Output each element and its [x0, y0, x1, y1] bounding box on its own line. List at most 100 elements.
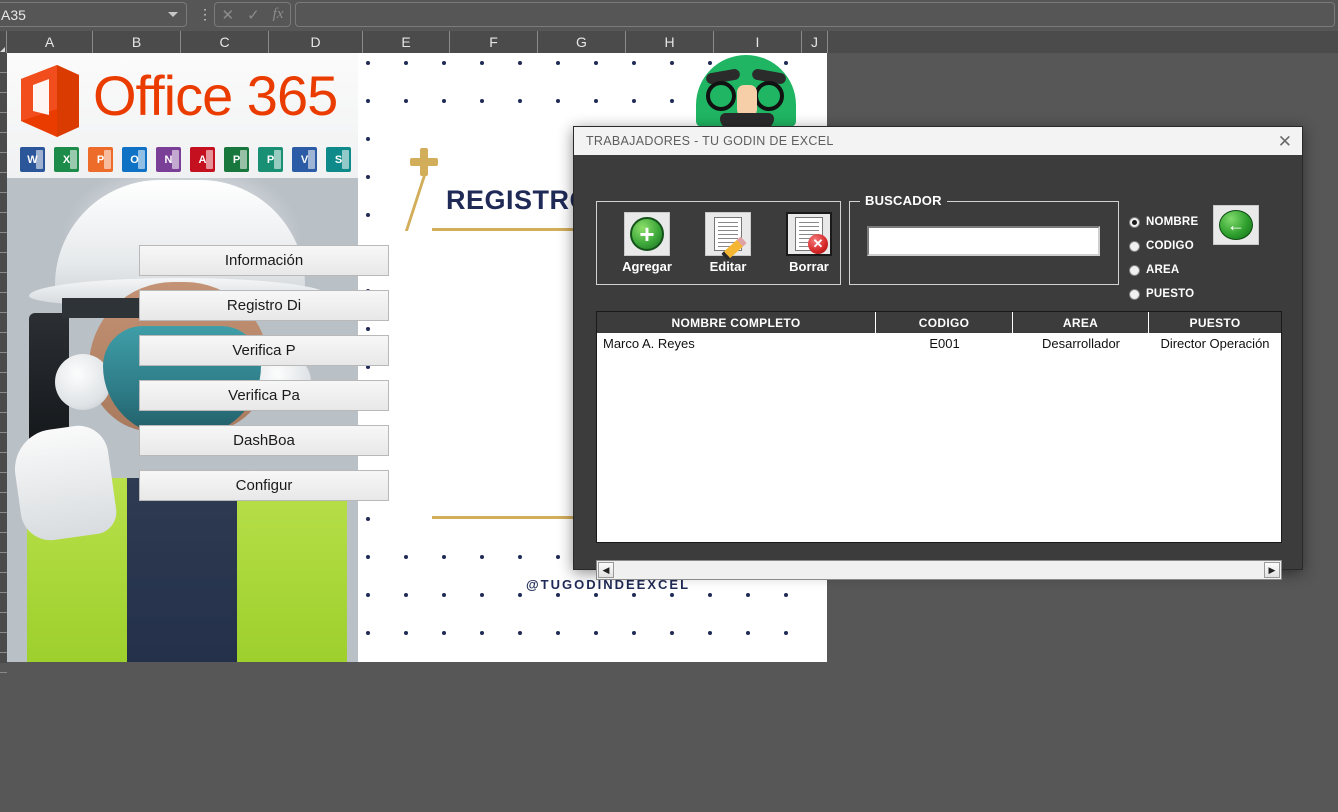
column-header-e[interactable]: E [363, 31, 450, 53]
row-header-cell[interactable] [0, 333, 7, 353]
column-header-i[interactable]: I [714, 31, 802, 53]
row-header-cell[interactable] [0, 493, 7, 513]
row-header-cell[interactable] [0, 513, 7, 533]
sheet-menu-button[interactable]: Información [139, 245, 389, 276]
column-header-a[interactable]: A [7, 31, 93, 53]
row-header-cell[interactable] [0, 473, 7, 493]
row-header-cell[interactable] [0, 413, 7, 433]
edit-document-icon [705, 212, 751, 261]
horizontal-scrollbar[interactable]: ◀ ▶ [596, 560, 1282, 580]
editar-button[interactable]: Editar [692, 212, 764, 280]
column-header-b[interactable]: B [93, 31, 181, 53]
insert-function-icon[interactable]: fx [273, 6, 284, 23]
row-header-cell[interactable] [0, 53, 7, 73]
sheet-menu-button[interactable]: Verifica Pa [139, 380, 389, 411]
scroll-left-arrow-icon[interactable]: ◀ [598, 562, 614, 578]
row-header-cell[interactable] [0, 293, 7, 313]
excel-icon: X [54, 147, 79, 172]
disguise-mascot-icon [696, 55, 796, 127]
outlook-icon: O [122, 147, 147, 172]
name-box[interactable]: A35 [0, 2, 187, 27]
dot [594, 593, 598, 597]
row-header-cell[interactable] [0, 553, 7, 573]
table-column-header[interactable]: PUESTO [1149, 312, 1281, 333]
dot [442, 631, 446, 635]
back-button[interactable]: ← [1213, 205, 1259, 245]
row-header-cell[interactable] [0, 193, 7, 213]
editar-label: Editar [709, 259, 747, 274]
row-header-cell[interactable] [0, 133, 7, 153]
agregar-label: Agregar [622, 259, 672, 274]
row-header-cell[interactable] [0, 653, 7, 673]
dot [556, 61, 560, 65]
column-header-j[interactable]: J [802, 31, 828, 53]
row-header-cell[interactable] [0, 273, 7, 293]
dot [366, 213, 370, 217]
radio-indicator-icon [1129, 240, 1140, 252]
column-header-f[interactable]: F [450, 31, 538, 53]
row-header-cell[interactable] [0, 173, 7, 193]
row-header-cell[interactable] [0, 353, 7, 373]
row-header-cell[interactable] [0, 153, 7, 173]
table-body: Marco A. Reyes E001 Desarrollador Director … [597, 333, 1281, 353]
trabajadores-userform[interactable]: TRABAJADORES - TU GODIN DE EXCEL ✕ + Agr… [573, 126, 1303, 580]
dot [404, 555, 408, 559]
column-header-h[interactable]: H [626, 31, 714, 53]
sheet-menu-button[interactable]: DashBoa [139, 425, 389, 456]
row-header-cell[interactable] [0, 73, 7, 93]
cancel-formula-icon[interactable]: ✕ [222, 6, 235, 24]
radio-indicator-icon [1129, 288, 1140, 300]
row-header-cell[interactable] [0, 573, 7, 593]
row-header-cell[interactable] [0, 453, 7, 473]
dot [632, 99, 636, 103]
chevron-down-icon[interactable] [168, 12, 178, 17]
row-header-cell[interactable] [0, 93, 7, 113]
row-header-cell[interactable] [0, 253, 7, 273]
trabajadores-table[interactable]: NOMBRE COMPLETO CODIGO AREA PUESTO Marco A.… [596, 311, 1282, 543]
sheet-menu-button[interactable]: Configur [139, 470, 389, 501]
select-all-corner[interactable] [0, 31, 7, 53]
search-input[interactable] [867, 226, 1100, 256]
radio-puesto[interactable]: PUESTO [1129, 282, 1239, 306]
dialog-title-bar[interactable]: TRABAJADORES - TU GODIN DE EXCEL ✕ [574, 127, 1302, 155]
column-header-g[interactable]: G [538, 31, 626, 53]
table-column-header[interactable]: CODIGO [876, 312, 1013, 333]
onenote-icon: N [156, 147, 181, 172]
table-row[interactable]: Marco A. Reyes E001 Desarrollador Director … [597, 333, 1281, 353]
dot [784, 593, 788, 597]
radio-area[interactable]: AREA [1129, 258, 1239, 282]
row-header-cell[interactable] [0, 373, 7, 393]
project-icon: P [258, 147, 283, 172]
row-header-cell[interactable] [0, 393, 7, 413]
formula-bar-input[interactable] [295, 2, 1335, 27]
scroll-right-arrow-icon[interactable]: ▶ [1264, 562, 1280, 578]
borrar-button[interactable]: ✕ Borrar [773, 212, 845, 280]
row-header-cell[interactable] [0, 633, 7, 653]
actions-frame: + Agregar Editar ✕ Borrar [596, 201, 841, 285]
row-header-cell[interactable] [0, 113, 7, 133]
sheet-menu-button[interactable]: Verifica P [139, 335, 389, 366]
row-header-cell[interactable] [0, 433, 7, 453]
dot [518, 631, 522, 635]
column-header-d[interactable]: D [269, 31, 363, 53]
row-header-cell[interactable] [0, 613, 7, 633]
close-icon[interactable]: ✕ [1278, 133, 1292, 150]
scrollbar-track[interactable] [615, 562, 1263, 578]
radio-label: NOMBRE [1146, 216, 1199, 228]
row-header-cell[interactable] [0, 233, 7, 253]
row-header-cell[interactable] [0, 533, 7, 553]
vest-inner-shirt [127, 478, 237, 662]
table-column-header[interactable]: NOMBRE COMPLETO [597, 312, 876, 333]
row-header-cell[interactable] [0, 313, 7, 333]
dot [518, 99, 522, 103]
column-header-c[interactable]: C [181, 31, 269, 53]
table-column-header[interactable]: AREA [1013, 312, 1149, 333]
more-options-icon[interactable]: ⋮ [198, 3, 212, 25]
row-header-cell[interactable] [0, 593, 7, 613]
row-header-cell[interactable] [0, 213, 7, 233]
dot [708, 593, 712, 597]
sheet-menu-button[interactable]: Registro Di [139, 290, 389, 321]
add-circle-icon: + [624, 212, 670, 256]
agregar-button[interactable]: + Agregar [611, 212, 683, 280]
confirm-formula-icon[interactable]: ✓ [247, 6, 260, 24]
